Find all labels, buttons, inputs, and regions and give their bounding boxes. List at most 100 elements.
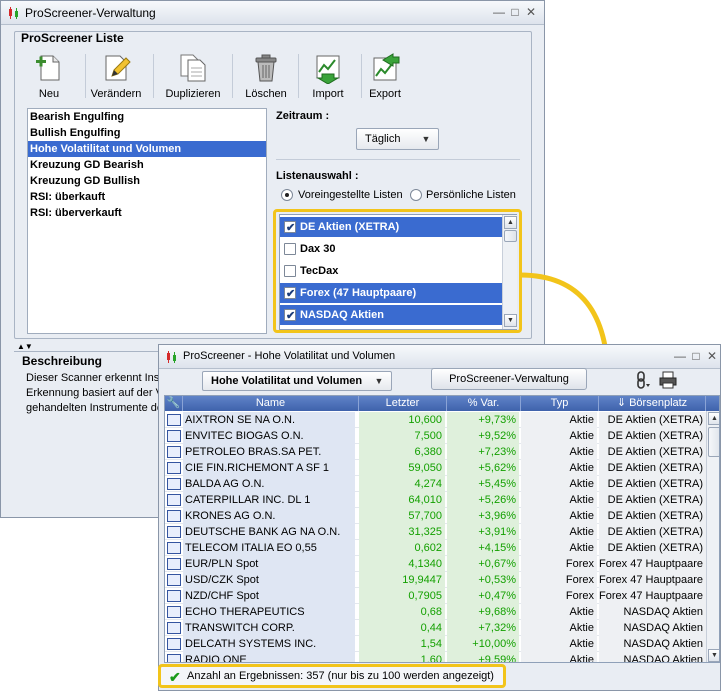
table-row[interactable]: PETROLEO BRAS.SA PET. 6,380 +7,23% Aktie DE …	[165, 444, 706, 460]
close-icon[interactable]: ✕	[524, 5, 538, 19]
table-row[interactable]: DEUTSCHE BANK AG NA O.N. 31,325 +3,91% Akti…	[165, 524, 706, 540]
instrument-chart-icon[interactable]	[167, 622, 181, 634]
table-row[interactable]: USD/CZK Spot 19,9447 +0,53% Forex Forex 47 H…	[165, 572, 706, 588]
instrument-chart-icon[interactable]	[167, 638, 181, 650]
cell-last: 0,44	[359, 620, 445, 636]
list-row-de-aktien[interactable]: DE Aktien (XETRA)	[280, 217, 502, 238]
minimize-icon[interactable]: —	[492, 5, 506, 19]
cell-name: CATERPILLAR INC. DL 1	[183, 492, 355, 508]
checkbox[interactable]	[284, 243, 296, 255]
scroll-up-icon[interactable]: ▲	[708, 412, 719, 425]
instrument-chart-icon[interactable]	[167, 494, 181, 506]
cell-name: DEUTSCHE BANK AG NA O.N.	[183, 524, 355, 540]
col-last[interactable]: Letzter	[359, 396, 447, 411]
instrument-chart-icon[interactable]	[167, 446, 181, 458]
table-row[interactable]: KRONES AG O.N. 57,700 +3,96% Aktie DE Aktien…	[165, 508, 706, 524]
minimize-icon[interactable]: —	[673, 349, 687, 363]
import-button[interactable]: Import	[298, 52, 358, 104]
col-name[interactable]: Name	[183, 396, 359, 411]
list-item[interactable]: RSI: überverkauft	[28, 205, 266, 221]
instrument-chart-icon[interactable]	[167, 558, 181, 570]
cell-exchange: DE Aktien (XETRA)	[599, 508, 706, 524]
table-row[interactable]: CIE FIN.RICHEMONT A SF 1 59,050 +5,62% Akti…	[165, 460, 706, 476]
table-row[interactable]: DELCATH SYSTEMS INC. 1,54 +10,00% Aktie NASD…	[165, 636, 706, 652]
export-button[interactable]: Export	[355, 52, 415, 104]
link-chain-icon[interactable]	[632, 370, 652, 390]
cell-var: +9,68%	[447, 604, 519, 620]
checkbox[interactable]	[284, 265, 296, 277]
new-button[interactable]: Neu	[19, 52, 79, 104]
cell-exchange: Forex 47 Hauptpaare	[599, 588, 706, 604]
checkbox[interactable]	[284, 284, 296, 304]
market-lists: DE Aktien (XETRA) Dax 30 TecDax Forex (4…	[279, 214, 517, 330]
instrument-chart-icon[interactable]	[167, 462, 181, 474]
cell-var: +9,59%	[447, 652, 519, 662]
table-row[interactable]: ENVITEC BIOGAS O.N. 7,500 +9,52% Aktie DE Ak…	[165, 428, 706, 444]
col-type[interactable]: Typ	[521, 396, 599, 411]
list-item-selected[interactable]: Hohe Volatilitat und Volumen	[28, 141, 266, 157]
wrench-icon[interactable]: 🔧	[165, 396, 183, 411]
instrument-chart-icon[interactable]	[167, 510, 181, 522]
scroll-thumb[interactable]	[708, 427, 719, 457]
duplicate-button[interactable]: Duplizieren	[163, 52, 223, 104]
col-var[interactable]: % Var.	[447, 396, 521, 411]
list-row-dax30[interactable]: Dax 30	[280, 239, 502, 259]
edit-button[interactable]: Verändern	[86, 52, 146, 104]
list-item[interactable]: Kreuzung GD Bearish	[28, 157, 266, 173]
list-row-nasdaq[interactable]: NASDAQ Aktien	[280, 305, 502, 326]
scroll-down-icon[interactable]: ▼	[708, 649, 719, 662]
maximize-icon[interactable]: □	[508, 5, 522, 19]
printer-icon[interactable]	[658, 370, 678, 390]
checkbox[interactable]	[284, 218, 296, 238]
table-row[interactable]: TRANSWITCH CORP. 0,44 +7,32% Aktie NASDAQ Ak…	[165, 620, 706, 636]
instrument-chart-icon[interactable]	[167, 606, 181, 618]
window-titlebar[interactable]: ProScreener-Verwaltung — □ ✕	[1, 1, 544, 25]
table-row[interactable]: ECHO THERAPEUTICS 0,68 +9,68% Aktie NASDAQ A…	[165, 604, 706, 620]
cell-name: AIXTRON SE NA O.N.	[183, 412, 355, 428]
instrument-chart-icon[interactable]	[167, 430, 181, 442]
table-row[interactable]: EUR/PLN Spot 4,1340 +0,67% Forex Forex 47 Ha…	[165, 556, 706, 572]
candlestick-app-icon	[167, 351, 176, 363]
close-icon[interactable]: ✕	[705, 349, 719, 363]
personal-lists-label: Persönliche Listen	[426, 189, 516, 201]
cell-exchange: DE Aktien (XETRA)	[599, 444, 706, 460]
cell-name: BALDA AG O.N.	[183, 476, 355, 492]
instrument-chart-icon[interactable]	[167, 574, 181, 586]
preset-lists-radio[interactable]	[281, 189, 293, 201]
list-item[interactable]: Bullish Engulfing	[28, 125, 266, 141]
instrument-chart-icon[interactable]	[167, 654, 181, 662]
table-scrollbar[interactable]: ▲ ▼	[706, 411, 719, 662]
list-row-tecdax[interactable]: TecDax	[280, 261, 502, 281]
instrument-chart-icon[interactable]	[167, 414, 181, 426]
instrument-chart-icon[interactable]	[167, 542, 181, 554]
table-row[interactable]: BALDA AG O.N. 4,274 +5,45% Aktie DE Aktien (…	[165, 476, 706, 492]
edit-pencil-icon	[105, 55, 131, 81]
toolbar-separator	[153, 54, 154, 98]
zeitraum-select[interactable]: Täglich ▼	[356, 128, 439, 150]
maximize-icon[interactable]: □	[689, 349, 703, 363]
personal-lists-radio[interactable]	[410, 189, 422, 201]
delete-button[interactable]: Löschen	[236, 52, 296, 104]
instrument-chart-icon[interactable]	[167, 478, 181, 490]
col-exchange[interactable]: ⇓ Börsenplatz	[599, 396, 706, 411]
scroll-up-icon[interactable]: ▲	[504, 216, 517, 229]
list-row-forex[interactable]: Forex (47 Hauptpaare)	[280, 283, 502, 304]
proscreener-manager-button[interactable]: ProScreener-Verwaltung	[431, 368, 587, 390]
cell-exchange: DE Aktien (XETRA)	[599, 412, 706, 428]
scroll-thumb[interactable]	[504, 230, 517, 242]
cell-name: TELECOM ITALIA EO 0,55	[183, 540, 355, 556]
table-row[interactable]: NZD/CHF Spot 0,7905 +0,47% Forex Forex 47 Ha…	[165, 588, 706, 604]
checkbox[interactable]	[284, 306, 296, 326]
screener-select[interactable]: Hohe Volatilitat und Volumen ▼	[202, 371, 392, 391]
list-item[interactable]: Bearish Engulfing	[28, 109, 266, 125]
table-row[interactable]: TELECOM ITALIA EO 0,55 0,602 +4,15% Aktie DE…	[165, 540, 706, 556]
splitter-arrows-icon[interactable]: ▲▼	[17, 342, 33, 351]
instrument-chart-icon[interactable]	[167, 590, 181, 602]
window-titlebar[interactable]: ProScreener - Hohe Volatilitat und Volum…	[159, 345, 720, 369]
table-row[interactable]: CATERPILLAR INC. DL 1 64,010 +5,26% Aktie DE…	[165, 492, 706, 508]
instrument-chart-icon[interactable]	[167, 526, 181, 538]
table-row[interactable]: AIXTRON SE NA O.N. 10,600 +9,73% Aktie DE Ak…	[165, 412, 706, 428]
list-item[interactable]: RSI: überkauft	[28, 189, 266, 205]
table-row[interactable]: RADIO ONE 1,60 +9,59% Aktie NASDAQ Aktien	[165, 652, 706, 662]
list-item[interactable]: Kreuzung GD Bullish	[28, 173, 266, 189]
